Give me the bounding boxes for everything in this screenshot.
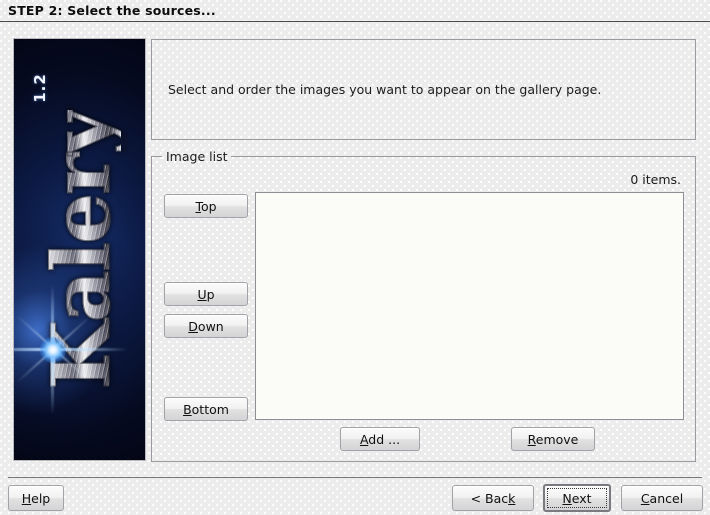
next-button[interactable]: Next (543, 484, 611, 512)
back-label: < Back (470, 490, 516, 506)
move-to-top-label: Top (195, 198, 217, 214)
move-down-button[interactable]: Down (164, 314, 248, 338)
lens-flare-ray-horizontal (14, 348, 128, 351)
remove-image-button[interactable]: Remove (511, 427, 595, 451)
move-to-bottom-button[interactable]: Bottom (164, 397, 248, 421)
move-down-label: Down (188, 318, 224, 334)
move-up-button[interactable]: Up (164, 282, 248, 306)
move-to-top-button[interactable]: Top (164, 194, 248, 218)
page-title: STEP 2: Select the sources... (8, 3, 216, 18)
next-label: Next (562, 490, 592, 506)
help-button[interactable]: Help (8, 485, 64, 511)
description-text: Select and order the images you want to … (168, 82, 602, 97)
banner-wordmark-container: Kalery (34, 70, 129, 430)
cancel-label: Cancel (640, 490, 684, 506)
item-count-label: 0 items. (630, 172, 681, 187)
header-divider (0, 21, 710, 22)
lens-flare-icon (40, 337, 66, 363)
description-panel: Select and order the images you want to … (151, 39, 696, 140)
wizard-dialog: { "header": { "title": "STEP 2: Select t… (0, 0, 710, 515)
footer-divider (8, 477, 702, 478)
remove-image-label: Remove (527, 431, 579, 447)
banner-version-label: 1.2 (31, 73, 49, 103)
add-images-label: Add ... (359, 431, 401, 447)
back-button[interactable]: < Back (452, 485, 534, 511)
wizard-banner: Kalery 1.2 (13, 38, 146, 461)
cancel-button[interactable]: Cancel (621, 485, 703, 511)
image-list-group: Image list 0 items. Top Up Down Bottom A… (151, 149, 696, 462)
image-listbox[interactable] (255, 192, 684, 420)
move-to-bottom-label: Bottom (183, 401, 229, 417)
image-list-legend: Image list (162, 149, 231, 164)
move-up-label: Up (197, 286, 215, 302)
help-label: Help (21, 490, 51, 506)
add-images-button[interactable]: Add ... (340, 427, 420, 451)
